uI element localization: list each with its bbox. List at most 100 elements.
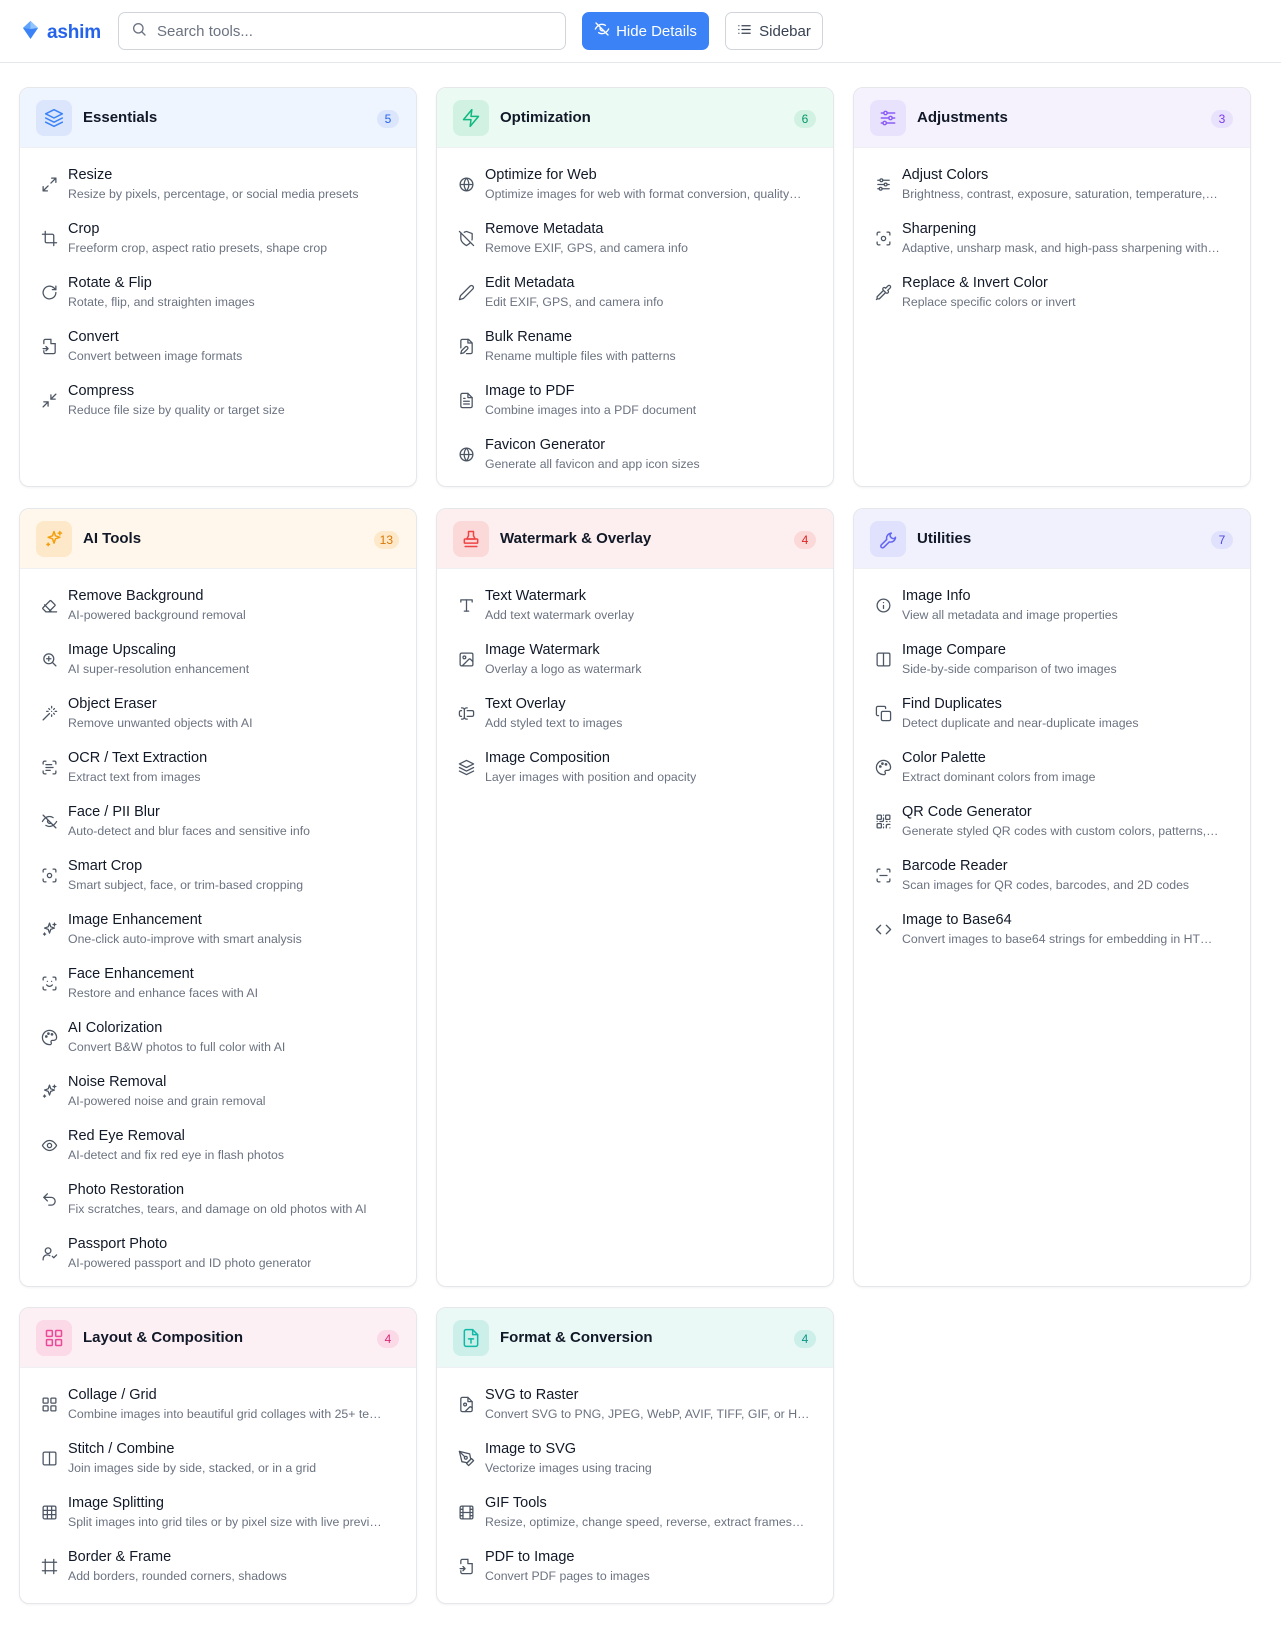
tool-item[interactable]: Object Eraser Remove unwanted objects wit… xyxy=(20,686,416,740)
tool-item[interactable]: Barcode Reader Scan images for QR codes, … xyxy=(854,848,1250,902)
tool-text: Rotate & Flip Rotate, flip, and straighte… xyxy=(68,274,255,311)
tool-item[interactable]: Collage / Grid Combine images into beauti… xyxy=(20,1377,416,1431)
tool-item[interactable]: Image Watermark Overlay a logo as waterma… xyxy=(437,632,833,686)
tool-description: Convert between image formats xyxy=(68,348,243,363)
tool-item[interactable]: Find Duplicates Detect duplicate and near… xyxy=(854,686,1250,740)
sidebar-label: Sidebar xyxy=(759,22,811,40)
tool-item[interactable]: Rotate & Flip Rotate, flip, and straighte… xyxy=(20,265,416,319)
tool-text: Photo Restoration Fix scratches, tears, a… xyxy=(68,1181,367,1218)
tool-item[interactable]: Smart Crop Smart subject, face, or trim-b… xyxy=(20,848,416,902)
tool-item[interactable]: Compress Reduce file size by quality or t… xyxy=(20,373,416,427)
text-overlay-icon xyxy=(456,703,476,723)
tool-description: View all metadata and image properties xyxy=(902,607,1118,622)
tool-item[interactable]: Image to PDF Combine images into a PDF do… xyxy=(437,373,833,427)
tool-item[interactable]: Image Composition Layer images with posit… xyxy=(437,740,833,794)
tool-item[interactable]: Image Splitting Split images into grid ti… xyxy=(20,1485,416,1539)
tool-name: Text Watermark xyxy=(485,587,586,604)
tool-item[interactable]: Text Watermark Add text watermark overlay xyxy=(437,578,833,632)
category-header[interactable]: Optimization 6 xyxy=(437,88,833,148)
search-box[interactable] xyxy=(118,12,566,50)
tool-description: Brightness, contrast, exposure, saturati… xyxy=(902,186,1218,201)
tool-text: Find Duplicates Detect duplicate and near… xyxy=(902,695,1139,732)
tool-text: Optimize for Web Optimize images for web … xyxy=(485,166,801,203)
category-header[interactable]: Watermark & Overlay 4 xyxy=(437,509,833,569)
category-header[interactable]: AI Tools 13 xyxy=(20,509,416,569)
tool-item[interactable]: Adjust Colors Brightness, contrast, expos… xyxy=(854,157,1250,211)
tool-description: Split images into grid tiles or by pixel… xyxy=(68,1514,382,1529)
tool-item[interactable]: Passport Photo AI-powered passport and ID… xyxy=(20,1226,416,1280)
tool-name: Photo Restoration xyxy=(68,1181,185,1198)
tool-item[interactable]: Image to SVG Vectorize images using traci… xyxy=(437,1431,833,1485)
tool-text: QR Code Generator Generate styled QR code… xyxy=(902,803,1218,840)
tool-item[interactable]: Image Upscaling AI super-resolution enhan… xyxy=(20,632,416,686)
tool-description: Remove EXIF, GPS, and camera info xyxy=(485,240,688,255)
category-header[interactable]: Adjustments 3 xyxy=(854,88,1250,148)
category-header[interactable]: Essentials 5 xyxy=(20,88,416,148)
image-icon xyxy=(456,649,476,669)
tool-item[interactable]: Face Enhancement Restore and enhance face… xyxy=(20,956,416,1010)
tool-item[interactable]: Edit Metadata Edit EXIF, GPS, and camera … xyxy=(437,265,833,319)
tool-item[interactable]: Photo Restoration Fix scratches, tears, a… xyxy=(20,1172,416,1226)
category-header[interactable]: Format & Conversion 4 xyxy=(437,1308,833,1368)
tool-item[interactable]: Face / PII Blur Auto-detect and blur face… xyxy=(20,794,416,848)
tool-description: Rename multiple files with patterns xyxy=(485,348,676,363)
code-icon xyxy=(873,919,893,939)
category-header[interactable]: Layout & Composition 4 xyxy=(20,1308,416,1368)
tool-text: Image to Base64 Convert images to base64 … xyxy=(902,911,1212,948)
scan-line-icon xyxy=(873,865,893,885)
tool-item[interactable]: SVG to Raster Convert SVG to PNG, JPEG, W… xyxy=(437,1377,833,1431)
file-convert-icon xyxy=(39,336,59,356)
tool-item[interactable]: Resize Resize by pixels, percentage, or s… xyxy=(20,157,416,211)
crop-icon xyxy=(39,228,59,248)
tool-name: Image Info xyxy=(902,587,971,604)
tool-item[interactable]: Remove Background AI-powered background r… xyxy=(20,578,416,632)
tool-text: Barcode Reader Scan images for QR codes, … xyxy=(902,857,1189,894)
hide-details-button[interactable]: Hide Details xyxy=(582,12,709,50)
tool-item[interactable]: Optimize for Web Optimize images for web … xyxy=(437,157,833,211)
tool-item[interactable]: Color Palette Extract dominant colors fro… xyxy=(854,740,1250,794)
top-bar: ashim Hide Details Sidebar xyxy=(0,0,1281,63)
tool-text: Bulk Rename Rename multiple files with pa… xyxy=(485,328,676,365)
tool-item[interactable]: Image Info View all metadata and image pr… xyxy=(854,578,1250,632)
tool-item[interactable]: Favicon Generator Generate all favicon an… xyxy=(437,427,833,481)
tool-item[interactable]: Text Overlay Add styled text to images xyxy=(437,686,833,740)
category-card-layout-composition: Layout & Composition 4 Collage / Grid Combi… xyxy=(19,1307,417,1604)
tool-item[interactable]: Remove Metadata Remove EXIF, GPS, and cam… xyxy=(437,211,833,265)
tool-item[interactable]: OCR / Text Extraction Extract text from i… xyxy=(20,740,416,794)
tool-item[interactable]: GIF Tools Resize, optimize, change speed,… xyxy=(437,1485,833,1539)
category-title: Watermark & Overlay xyxy=(500,530,652,547)
sidebar-button[interactable]: Sidebar xyxy=(725,12,823,50)
tool-item[interactable]: Image Compare Side-by-side comparison of … xyxy=(854,632,1250,686)
tool-item[interactable]: Sharpening Adaptive, unsharp mask, and hi… xyxy=(854,211,1250,265)
tool-item[interactable]: Image Enhancement One-click auto-improve … xyxy=(20,902,416,956)
tool-item[interactable]: Bulk Rename Rename multiple files with pa… xyxy=(437,319,833,373)
pen-tool-icon xyxy=(456,1448,476,1468)
tool-item[interactable]: Replace & Invert Color Replace specific c… xyxy=(854,265,1250,319)
tool-item[interactable]: Convert Convert between image formats xyxy=(20,319,416,373)
tool-item[interactable]: Border & Frame Add borders, rounded corne… xyxy=(20,1539,416,1593)
tool-description: Restore and enhance faces with AI xyxy=(68,985,259,1000)
tool-item[interactable]: Image to Base64 Convert images to base64 … xyxy=(854,902,1250,956)
tool-item[interactable]: QR Code Generator Generate styled QR code… xyxy=(854,794,1250,848)
category-header[interactable]: Utilities 7 xyxy=(854,509,1250,569)
tool-name: Collage / Grid xyxy=(68,1386,157,1403)
tool-description: Reduce file size by quality or target si… xyxy=(68,402,285,417)
tool-description: Generate all favicon and app icon sizes xyxy=(485,456,700,471)
tool-item[interactable]: Crop Freeform crop, aspect ratio presets,… xyxy=(20,211,416,265)
app-logo[interactable]: ashim xyxy=(22,20,101,45)
tool-item[interactable]: AI Colorization Convert B&W photos to ful… xyxy=(20,1010,416,1064)
columns-icon xyxy=(39,1448,59,1468)
tool-item[interactable]: PDF to Image Convert PDF pages to images xyxy=(437,1539,833,1593)
search-input[interactable] xyxy=(157,22,537,40)
tool-name: Image Composition xyxy=(485,749,610,766)
tool-list: Resize Resize by pixels, percentage, or s… xyxy=(20,148,416,433)
tool-description: Optimize images for web with format conv… xyxy=(485,186,802,201)
tool-name: Face Enhancement xyxy=(68,965,194,982)
tool-item[interactable]: Noise Removal AI-powered noise and grain … xyxy=(20,1064,416,1118)
tool-item[interactable]: Stitch / Combine Join images side by side… xyxy=(20,1431,416,1485)
tool-text: Convert Convert between image formats xyxy=(68,328,242,365)
wand-icon xyxy=(39,703,59,723)
tool-name: Image Watermark xyxy=(485,641,600,658)
tool-name: Image Compare xyxy=(902,641,1006,658)
tool-item[interactable]: Red Eye Removal AI-detect and fix red eye… xyxy=(20,1118,416,1172)
